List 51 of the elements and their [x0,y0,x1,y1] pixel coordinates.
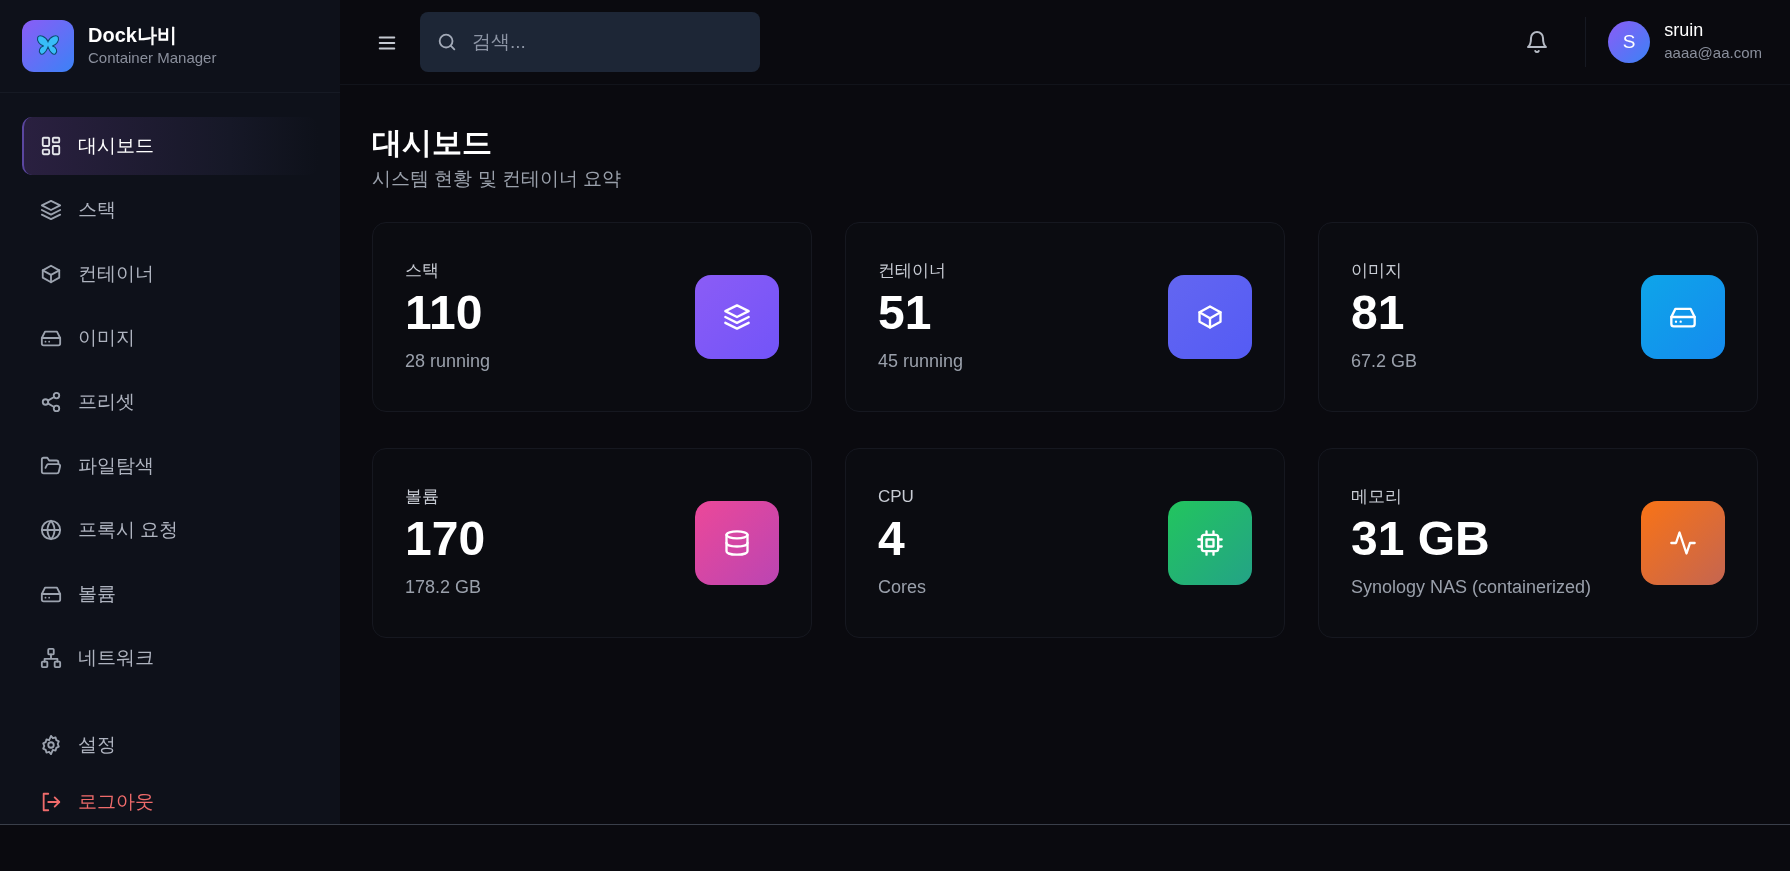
brand-subtitle: Container Manager [88,47,217,68]
stat-detail: 67.2 GB [1351,350,1418,374]
nav-item[interactable]: 프리셋 [22,373,318,431]
stat-detail: Synology NAS (containerized) [1351,576,1592,600]
globe-icon [40,519,62,541]
stat-label: 스택 [405,259,440,282]
nav-item[interactable]: 이미지 [22,309,318,367]
search-field[interactable]: 검색... [420,12,760,72]
nav-item[interactable]: 네트워크 [22,629,318,687]
stat-value: 81 [1351,287,1406,341]
stat-value: 110 [405,287,484,341]
layers-icon [723,302,751,331]
nav-item[interactable]: 파일탐색 [22,437,318,495]
stat-label: 이미지 [1351,259,1403,282]
stat-value: 51 [878,287,933,341]
stat-label: 메모리 [1351,485,1403,508]
user-email: aaaa@aa.com [1664,42,1762,63]
bell-icon [1525,30,1550,55]
user-avatar[interactable]: S [1608,21,1651,63]
settings-icon [40,734,62,756]
stat-detail: 28 running [405,350,491,374]
cube-icon [1196,302,1224,331]
stat-label: CPU [878,485,915,508]
grid-icon [40,135,62,157]
stat-detail: 45 running [878,350,964,374]
cube-icon [40,263,62,285]
network-icon [40,647,62,669]
folder-icon [40,455,62,477]
nav-item[interactable]: 설정 [22,716,318,774]
logout-button[interactable]: 로그아웃 [22,780,318,824]
stat-label: 볼륨 [405,485,440,508]
page-title: 대시보드 [372,125,493,161]
nav-item[interactable]: 볼륨 [22,565,318,623]
chip-icon [1196,528,1224,557]
nav-item[interactable]: 스택 [22,181,318,239]
pulse-icon [1669,528,1697,557]
layers-icon [40,199,62,221]
stat-label: 컨테이너 [878,259,947,282]
stat-value: 170 [405,513,486,567]
nav-item[interactable]: 컨테이너 [22,245,318,303]
logout-icon [40,791,62,813]
page-subtitle: 시스템 현황 및 컨테이너 요약 [372,167,623,191]
database-icon [723,528,751,557]
stat-value: 31 GB [1351,513,1491,567]
user-name: sruin [1664,19,1705,42]
stat-detail: 178.2 GB [405,576,483,600]
brand-name: Dock나비 [88,22,178,47]
nav-item[interactable]: 프록시 요청 [22,501,318,559]
share-icon [40,391,62,413]
stat-detail: Cores [878,576,926,600]
stat-value: 4 [878,513,906,567]
